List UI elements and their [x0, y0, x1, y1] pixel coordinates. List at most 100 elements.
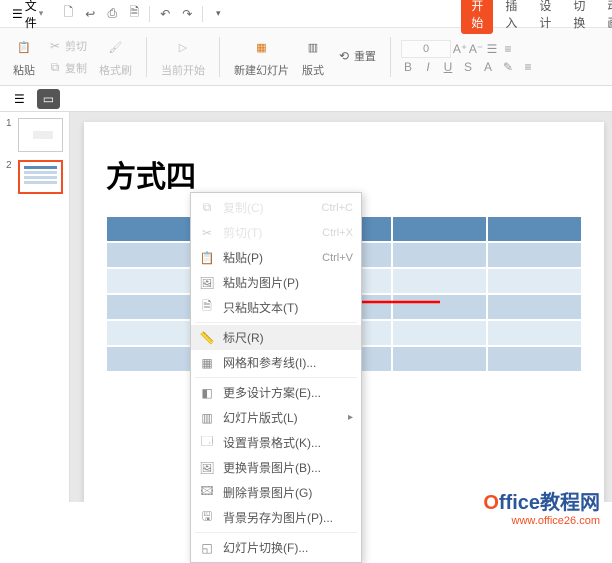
grid-icon: ▦ — [199, 355, 215, 371]
divider — [390, 37, 391, 77]
format-painter-label: 格式刷 — [99, 62, 132, 78]
watermark-url: www.office26.com — [483, 515, 600, 527]
save-icon: 🖫 — [199, 510, 215, 526]
decrease-font-icon[interactable]: A⁻ — [469, 42, 483, 56]
image-icon: 🖼 — [199, 275, 215, 291]
watermark-brand: Office教程网 — [483, 486, 600, 515]
format-icon: 🗔 — [199, 435, 215, 451]
clipboard-icon: 📋 — [199, 250, 215, 266]
slide-title[interactable]: 方式四 — [106, 152, 582, 196]
reset-button[interactable]: ⟲ 重置 — [333, 46, 380, 66]
transition-icon: ◱ — [199, 540, 215, 556]
tab-transition[interactable]: 切换 — [563, 0, 595, 34]
copy-icon: ⧉ — [48, 61, 62, 75]
file-menu[interactable]: ☰ 文件 ▾ — [8, 0, 47, 33]
separator — [195, 377, 357, 378]
ctx-paste[interactable]: 📋 粘贴(P) Ctrl+V — [191, 245, 361, 270]
align-icon[interactable]: ≡ — [521, 60, 535, 74]
ctx-delete-bg-pic[interactable]: 🖾 删除背景图片(G) — [191, 480, 361, 505]
normal-view-button[interactable]: ▭ — [37, 89, 60, 109]
delete-icon: 🖾 — [199, 485, 215, 501]
paste-label: 粘贴 — [13, 62, 35, 78]
tab-design[interactable]: 设计 — [529, 0, 561, 34]
scissors-icon: ✂ — [199, 225, 215, 241]
ctx-slide-transition[interactable]: ◱ 幻灯片切换(F)... — [191, 535, 361, 560]
ctx-more-designs[interactable]: ◧ 更多设计方案(E)... — [191, 380, 361, 405]
separator — [195, 322, 357, 323]
tab-start[interactable]: 开始 — [461, 0, 493, 34]
hamburger-icon: ☰ — [12, 7, 23, 21]
chevron-down-icon: ▾ — [39, 8, 44, 19]
ctx-ruler[interactable]: 📏 标尺(R) — [191, 325, 361, 350]
copy-button[interactable]: ⧉ 复制 — [44, 58, 91, 78]
layout-button[interactable]: ▥ 版式 — [297, 34, 329, 80]
ruler-icon: 📏 — [199, 330, 215, 346]
divider — [146, 37, 147, 77]
bold-icon[interactable]: B — [401, 60, 415, 74]
print-icon[interactable]: ⎙ — [103, 5, 121, 23]
thumbnail-number: 2 — [6, 160, 14, 194]
slide-thumbnails-panel: 1 2 — [0, 112, 70, 502]
underline-icon[interactable]: U — [441, 60, 455, 74]
play-icon: ▷ — [171, 36, 195, 60]
layout-icon: ▥ — [199, 410, 215, 426]
ctx-save-bg-pic[interactable]: 🖫 背景另存为图片(P)... — [191, 505, 361, 530]
reset-label: 重置 — [354, 48, 376, 64]
ctx-copy: ⧉ 复制(C) Ctrl+C — [191, 195, 361, 220]
ctx-slide-layout[interactable]: ▥ 幻灯片版式(L) ▸ — [191, 405, 361, 430]
watermark: Office教程网 www.office26.com — [483, 486, 600, 527]
thumbnail-number: 1 — [6, 118, 14, 152]
divider — [202, 6, 203, 22]
file-menu-label: 文件 — [25, 0, 37, 31]
ctx-cut: ✂ 剪切(T) Ctrl+X — [191, 220, 361, 245]
tab-insert[interactable]: 插入 — [495, 0, 527, 34]
separator — [195, 532, 357, 533]
undo2-icon[interactable]: ↶ — [156, 5, 174, 23]
context-menu: ⧉ 复制(C) Ctrl+C ✂ 剪切(T) Ctrl+X 📋 粘贴(P) Ct… — [190, 192, 362, 563]
cut-label: 剪切 — [65, 38, 87, 54]
undo-icon[interactable]: ↩ — [81, 5, 99, 23]
scissors-icon: ✂ — [48, 39, 62, 53]
strikethrough-icon[interactable]: S — [461, 60, 475, 74]
cut-button[interactable]: ✂ 剪切 — [44, 36, 91, 56]
ctx-change-bg-pic[interactable]: 🖼 更换背景图片(B)... — [191, 455, 361, 480]
list-icon[interactable]: ☰ — [485, 42, 499, 56]
image-icon: 🖼 — [199, 460, 215, 476]
text-icon: 🗎 — [199, 300, 215, 316]
thumbnail-1[interactable]: 1 — [6, 118, 63, 152]
brush-icon: 🖌 — [104, 36, 128, 60]
qat-dropdown-icon[interactable]: ▾ — [209, 5, 227, 23]
italic-icon[interactable]: I — [421, 60, 435, 74]
save-icon[interactable]: 🗋 — [59, 5, 77, 23]
font-size-input[interactable] — [401, 40, 451, 58]
design-icon: ◧ — [199, 385, 215, 401]
divider — [149, 6, 150, 22]
outline-view-button[interactable]: ☰ — [8, 89, 31, 109]
ctx-paste-as-pic[interactable]: 🖼 粘贴为图片(P) — [191, 270, 361, 295]
copy-label: 复制 — [65, 60, 87, 76]
new-slide-label: 新建幻灯片 — [234, 62, 289, 78]
new-slide-icon: ▦ — [250, 36, 274, 60]
layout-label: 版式 — [302, 62, 324, 78]
new-slide-button[interactable]: ▦ 新建幻灯片 — [230, 34, 293, 80]
copy-icon: ⧉ — [199, 200, 215, 216]
thumbnail-2[interactable]: 2 — [6, 160, 63, 194]
start-from-current-label: 当前开始 — [161, 62, 205, 78]
layout-icon: ▥ — [301, 36, 325, 60]
ctx-bg-format[interactable]: 🗔 设置背景格式(K)... — [191, 430, 361, 455]
divider — [219, 37, 220, 77]
numbered-list-icon[interactable]: ≡ — [501, 42, 515, 56]
ctx-paste-text-only[interactable]: 🗎 只粘贴文本(T) — [191, 295, 361, 320]
tab-animation[interactable]: 动画 — [597, 0, 612, 34]
clipboard-icon: 📋 — [12, 36, 36, 60]
increase-font-icon[interactable]: A⁺ — [453, 42, 467, 56]
start-from-current-button[interactable]: ▷ 当前开始 — [157, 34, 209, 80]
format-painter-button[interactable]: 🖌 格式刷 — [95, 34, 136, 80]
paste-button[interactable]: 📋 粘贴 — [8, 34, 40, 80]
redo-icon[interactable]: ↷ — [178, 5, 196, 23]
highlight-icon[interactable]: ✎ — [501, 60, 515, 74]
font-color-icon[interactable]: A — [481, 60, 495, 74]
ctx-grid-guides[interactable]: ▦ 网格和参考线(I)... — [191, 350, 361, 375]
submenu-arrow-icon: ▸ — [348, 412, 353, 423]
preview-icon[interactable]: 🗎 — [125, 5, 143, 23]
